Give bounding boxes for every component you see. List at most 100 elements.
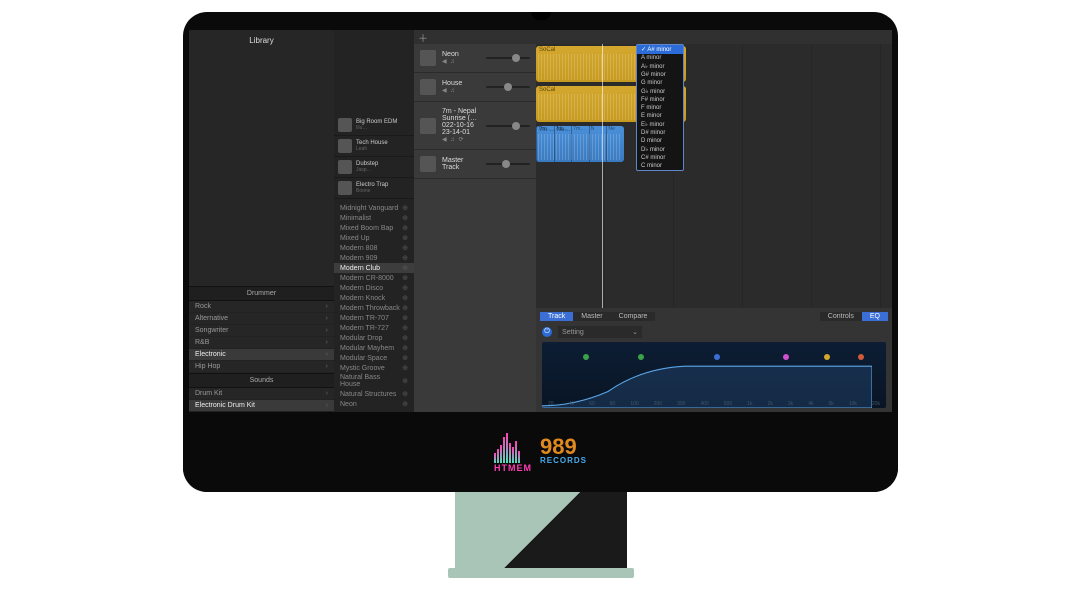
- sound-preset[interactable]: Natural Bass House⊕: [334, 373, 414, 389]
- category-r&b[interactable]: R&B›: [189, 337, 334, 349]
- sound-preset[interactable]: Neon⊕: [334, 399, 414, 409]
- sound-preset[interactable]: Modern CR-8000⊕: [334, 273, 414, 283]
- drummer-avatar: [338, 118, 352, 132]
- inspector-tab-eq[interactable]: EQ: [862, 312, 888, 321]
- power-button[interactable]: ⏻: [542, 327, 552, 337]
- imac-monitor: Library Drummer Rock›Alternative›Songwri…: [183, 12, 898, 492]
- sound-preset[interactable]: Midnight Vanguard⊕: [334, 203, 414, 213]
- library-panel: Library Drummer Rock›Alternative›Songwri…: [189, 30, 334, 412]
- chevron-down-icon: ⌄: [632, 328, 638, 336]
- playhead[interactable]: [602, 44, 603, 308]
- key-option[interactable]: C# minor: [637, 154, 683, 162]
- track-header[interactable]: Master Track: [414, 150, 536, 179]
- eq-display[interactable]: 204060801002003004005001k2k3k4k5k10k20k: [542, 342, 886, 408]
- eq-band-node[interactable]: [714, 354, 720, 360]
- sound-preset[interactable]: Modular Mayhem⊕: [334, 343, 414, 353]
- sound-preset[interactable]: Modular Space⊕: [334, 353, 414, 363]
- drummer-avatar: [338, 160, 352, 174]
- key-option[interactable]: F# minor: [637, 96, 683, 104]
- sound-preset[interactable]: Modern Club⊕: [334, 263, 414, 273]
- sound-category[interactable]: Electronic Drum Kit›: [189, 400, 334, 412]
- drummer-item[interactable]: Tech HouseLeah: [334, 136, 414, 157]
- htmem-logo-text: HTMEM: [494, 463, 532, 473]
- drummer-avatar: [338, 181, 352, 195]
- key-signature-menu[interactable]: ✓ A# minorA minorA♭ minorG# minorG minor…: [636, 44, 684, 171]
- drummer-item[interactable]: Electro TrapBoone: [334, 178, 414, 199]
- key-option[interactable]: E♭ minor: [637, 120, 683, 129]
- 989-records-logo: 989 RECORDS: [540, 439, 587, 465]
- add-track-button[interactable]: ＋: [418, 30, 428, 45]
- inspector-tab-compare[interactable]: Compare: [611, 312, 656, 321]
- key-option[interactable]: C minor: [637, 162, 683, 170]
- track-icon: [420, 156, 436, 172]
- eq-tick: 3k: [788, 401, 793, 407]
- library-title: Library: [189, 30, 334, 51]
- key-option[interactable]: D minor: [637, 137, 683, 145]
- sound-preset[interactable]: Mixed Boom Bap⊕: [334, 223, 414, 233]
- sound-preset[interactable]: Modern 909⊕: [334, 253, 414, 263]
- htmem-logo-icon: [494, 431, 532, 463]
- eq-band-node[interactable]: [783, 354, 789, 360]
- timeline-ruler[interactable]: [536, 30, 892, 44]
- sound-preset[interactable]: Natural Structures⊕: [334, 389, 414, 399]
- setting-selector[interactable]: Setting ⌄: [558, 326, 642, 338]
- camera-notch: [531, 12, 551, 20]
- sound-preset[interactable]: Mixed Up⊕: [334, 233, 414, 243]
- eq-tick: 60: [589, 401, 595, 407]
- category-hip hop[interactable]: Hip Hop›: [189, 361, 334, 373]
- track-icon: [420, 50, 436, 66]
- sound-preset[interactable]: Modern Disco⊕: [334, 283, 414, 293]
- volume-fader[interactable]: [486, 53, 530, 63]
- eq-tick: 200: [654, 401, 662, 407]
- sound-preset[interactable]: Modern TR-707⊕: [334, 313, 414, 323]
- monitor-chin: HTMEM 989 RECORDS: [183, 412, 898, 492]
- inspector-tab-controls[interactable]: Controls: [820, 312, 862, 321]
- monitor-stand-neck: [455, 492, 627, 570]
- sound-preset[interactable]: Modern Knock⊕: [334, 293, 414, 303]
- drummer-section-header: Drummer: [189, 286, 334, 301]
- volume-fader[interactable]: [486, 159, 530, 169]
- sound-preset[interactable]: Mystic Groove⊕: [334, 363, 414, 373]
- key-option[interactable]: ✓ A# minor: [637, 45, 683, 54]
- eq-tick: 1k: [747, 401, 752, 407]
- eq-tick: 10k: [849, 401, 857, 407]
- category-songwriter[interactable]: Songwriter›: [189, 325, 334, 337]
- eq-tick: 20k: [872, 401, 880, 407]
- track-icon: [420, 118, 436, 134]
- key-option[interactable]: F minor: [637, 104, 683, 112]
- key-option[interactable]: D# minor: [637, 129, 683, 137]
- key-option[interactable]: G minor: [637, 79, 683, 87]
- volume-fader[interactable]: [486, 121, 530, 131]
- track-header[interactable]: 7m - Nepal Sunrise (…022-10-16 23-14-01◀…: [414, 102, 536, 150]
- sound-preset[interactable]: Modern Throwback⊕: [334, 303, 414, 313]
- key-option[interactable]: D♭ minor: [637, 145, 683, 154]
- sound-category[interactable]: Drum Kit›: [189, 388, 334, 400]
- key-option[interactable]: G# minor: [637, 71, 683, 79]
- daw-app-window: Library Drummer Rock›Alternative›Songwri…: [189, 30, 892, 412]
- volume-fader[interactable]: [486, 82, 530, 92]
- track-header[interactable]: Neon◀ ♫: [414, 44, 536, 73]
- key-option[interactable]: A♭ minor: [637, 62, 683, 71]
- sound-preset[interactable]: Modern 808⊕: [334, 243, 414, 253]
- sound-preset[interactable]: Modular Drop⊕: [334, 333, 414, 343]
- drummer-item[interactable]: DubstepJasp…: [334, 157, 414, 178]
- eq-tick: 100: [630, 401, 638, 407]
- track-header[interactable]: House◀ ♫: [414, 73, 536, 102]
- category-alternative[interactable]: Alternative›: [189, 313, 334, 325]
- key-option[interactable]: G♭ minor: [637, 87, 683, 96]
- inspector-tab-master[interactable]: Master: [573, 312, 610, 321]
- drummer-list: Big Room EDMIllu…Tech HouseLeahDubstepJa…: [334, 30, 414, 412]
- records-text: RECORDS: [540, 456, 587, 465]
- drummer-item[interactable]: Big Room EDMIllu…: [334, 115, 414, 136]
- key-option[interactable]: A minor: [637, 54, 683, 62]
- sound-preset[interactable]: Minimalist⊕: [334, 213, 414, 223]
- sound-preset[interactable]: Modern TR-727⊕: [334, 323, 414, 333]
- category-rock[interactable]: Rock›: [189, 301, 334, 313]
- key-option[interactable]: E minor: [637, 112, 683, 120]
- category-electronic[interactable]: Electronic›: [189, 349, 334, 361]
- audio-region[interactable]: 7m … Ne…7m…7m…7m…NNe: [536, 126, 624, 162]
- setting-label: Setting: [562, 329, 584, 336]
- timeline[interactable]: ✓ A# minorA minorA♭ minorG# minorG minor…: [536, 44, 892, 308]
- arrangement-area: ✓ A# minorA minorA♭ minorG# minorG minor…: [536, 30, 892, 412]
- inspector-tab-track[interactable]: Track: [540, 312, 573, 321]
